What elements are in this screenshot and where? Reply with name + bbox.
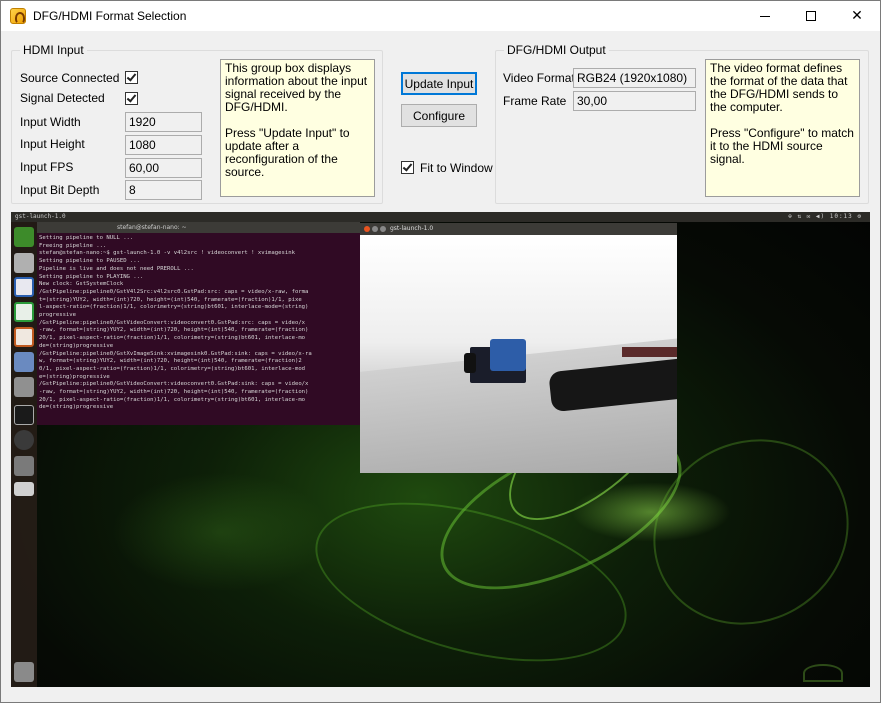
window-title: DFG/HDMI Format Selection bbox=[33, 9, 187, 23]
terminal-line: t=(string)YUY2, width=(int)720, height=(… bbox=[39, 296, 302, 303]
input-height-field: 1080 bbox=[125, 135, 202, 155]
minimize-icon bbox=[760, 15, 770, 17]
update-icon bbox=[14, 430, 34, 450]
gst-close-icon bbox=[364, 226, 370, 232]
terminal-title: stefan@stefan-nano: ~ bbox=[37, 222, 360, 233]
check-icon bbox=[402, 161, 413, 172]
signal-detected-checkbox[interactable] bbox=[125, 92, 138, 105]
ubuntu-logo-icon bbox=[14, 227, 34, 247]
input-width-field: 1920 bbox=[125, 112, 202, 132]
video-format-field: RGB24 (1920x1080) bbox=[573, 68, 696, 88]
gst-launch-window: gst-launch-1.0 bbox=[360, 223, 677, 473]
update-input-button[interactable]: Update Input bbox=[401, 72, 477, 95]
terminal-line: de=(string)progressive bbox=[39, 404, 114, 411]
terminal-line: -raw, format=(string)YUY2, width=(int)72… bbox=[39, 327, 309, 334]
settings-icon bbox=[14, 377, 34, 397]
app-logo-icon bbox=[10, 8, 26, 24]
topbar-title: gst-launch-1.0 bbox=[15, 213, 66, 220]
nvidia-logo-icon bbox=[803, 664, 843, 682]
presentation-icon bbox=[14, 327, 34, 347]
source-connected-checkbox[interactable] bbox=[125, 71, 138, 84]
terminal-line: 20/1, pixel-aspect-ratio=(fraction)1/1, … bbox=[39, 335, 306, 342]
terminal-line: /GstPipeline:pipeline0/GstVideoConvert:v… bbox=[39, 381, 309, 388]
video-format-label: Video Format bbox=[503, 71, 575, 85]
app-window: DFG/HDMI Format Selection ✕ HDMI Input S… bbox=[0, 0, 881, 703]
video-display[interactable]: gst-launch-1.0 ⊕ ⇅ ✉ ◀) 10:13 ⚙ stefan@s… bbox=[11, 212, 870, 687]
drive-icon bbox=[14, 482, 34, 496]
terminal-line: 20/1, pixel-aspect-ratio=(fraction)1/1, … bbox=[39, 396, 306, 403]
minimize-button[interactable] bbox=[742, 1, 788, 31]
terminal-line: progressive bbox=[39, 312, 77, 319]
desktop-top-panel: gst-launch-1.0 ⊕ ⇅ ✉ ◀) 10:13 ⚙ bbox=[11, 212, 870, 222]
terminal-line: 0/1, pixel-aspect-ratio=(fraction)1/1, c… bbox=[39, 365, 306, 372]
help-icon bbox=[14, 456, 34, 476]
camera-frame bbox=[360, 235, 677, 473]
terminal-line: Setting pipeline to PLAYING ... bbox=[39, 273, 144, 280]
wallpaper-streak bbox=[298, 472, 644, 687]
gst-window-title: gst-launch-1.0 bbox=[360, 223, 677, 235]
spreadsheet-icon bbox=[14, 302, 34, 322]
title-bar: DFG/HDMI Format Selection ✕ bbox=[1, 1, 880, 31]
hdmi-input-info-note: This group box displays information abou… bbox=[220, 59, 375, 197]
terminal-line: de=(string)progressive bbox=[39, 342, 114, 349]
terminal-line: w, format=(string)YUY2, width=(int)720, … bbox=[39, 358, 302, 365]
check-icon bbox=[126, 71, 137, 82]
input-bit-depth-field: 8 bbox=[125, 180, 202, 200]
source-connected-label: Source Connected bbox=[20, 71, 120, 85]
frame-rate-label: Frame Rate bbox=[503, 94, 567, 108]
wallpaper-glow bbox=[571, 482, 731, 542]
terminal-line: /GstPipeline:pipeline0/GstXvImageSink:xv… bbox=[39, 350, 312, 357]
files-icon bbox=[14, 253, 34, 273]
terminal-line: Setting pipeline to NULL ... bbox=[39, 235, 134, 241]
input-bit-depth-label: Input Bit Depth bbox=[20, 183, 100, 197]
terminal-line: /GstPipeline:pipeline0/GstVideoConvert:v… bbox=[39, 319, 306, 326]
camera-lens bbox=[464, 353, 476, 373]
frame-rate-field: 30,00 bbox=[573, 91, 696, 111]
desktop-launcher bbox=[11, 222, 37, 687]
desk-object bbox=[622, 347, 677, 357]
terminal-line: e=(string)progressive bbox=[39, 373, 110, 380]
document-icon bbox=[14, 277, 34, 297]
input-fps-label: Input FPS bbox=[20, 160, 74, 174]
gst-minimize-icon bbox=[372, 226, 378, 232]
terminal-icon bbox=[14, 405, 34, 425]
terminal-line: New clock: GstSystemClock bbox=[39, 281, 124, 288]
dfg-output-info-note: The video format defines the format of t… bbox=[705, 59, 860, 197]
close-icon: ✕ bbox=[851, 8, 863, 24]
terminal-line: Pipeline is live and does not need PRERO… bbox=[39, 265, 194, 272]
input-width-label: Input Width bbox=[20, 115, 81, 129]
terminal-line: Setting pipeline to PAUSED ... bbox=[39, 258, 141, 265]
terminal-line: Freeing pipeline ... bbox=[39, 242, 107, 249]
maximize-icon bbox=[806, 11, 816, 21]
trash-icon bbox=[14, 662, 34, 682]
fit-to-window-checkbox[interactable] bbox=[401, 161, 414, 174]
gst-maximize-icon bbox=[380, 226, 386, 232]
hdmi-input-group-title: HDMI Input bbox=[20, 43, 87, 57]
wallpaper-glow bbox=[111, 472, 331, 592]
terminal-window: stefan@stefan-nano: ~ Setting pipeline t… bbox=[37, 222, 360, 425]
terminal-output: Setting pipeline to NULL ... Freeing pipe… bbox=[39, 235, 358, 423]
maximize-button[interactable] bbox=[788, 1, 834, 31]
terminal-line: -raw, format=(string)YUY2, width=(int)72… bbox=[39, 389, 309, 396]
topbar-status: ⊕ ⇅ ✉ ◀) 10:13 ⚙ bbox=[788, 213, 862, 220]
input-fps-field: 60,00 bbox=[125, 158, 202, 178]
input-height-label: Input Height bbox=[20, 137, 85, 151]
signal-detected-label: Signal Detected bbox=[20, 91, 105, 105]
terminal-line: /GstPipeline:pipeline0/GstV4l2Src:v4l2sr… bbox=[39, 288, 309, 295]
configure-button[interactable]: Configure bbox=[401, 104, 477, 127]
terminal-line: l-aspect-ratio=(fraction)1/1, colorimetr… bbox=[39, 304, 309, 311]
close-button[interactable]: ✕ bbox=[834, 1, 880, 31]
fit-to-window-label: Fit to Window bbox=[420, 161, 493, 175]
terminal-line: stefan@stefan-nano:~$ gst-launch-1.0 -v … bbox=[39, 250, 295, 257]
check-icon bbox=[126, 92, 137, 103]
dfg-output-group-title: DFG/HDMI Output bbox=[504, 43, 609, 57]
software-center-icon bbox=[14, 352, 34, 372]
camera-front bbox=[490, 339, 526, 371]
